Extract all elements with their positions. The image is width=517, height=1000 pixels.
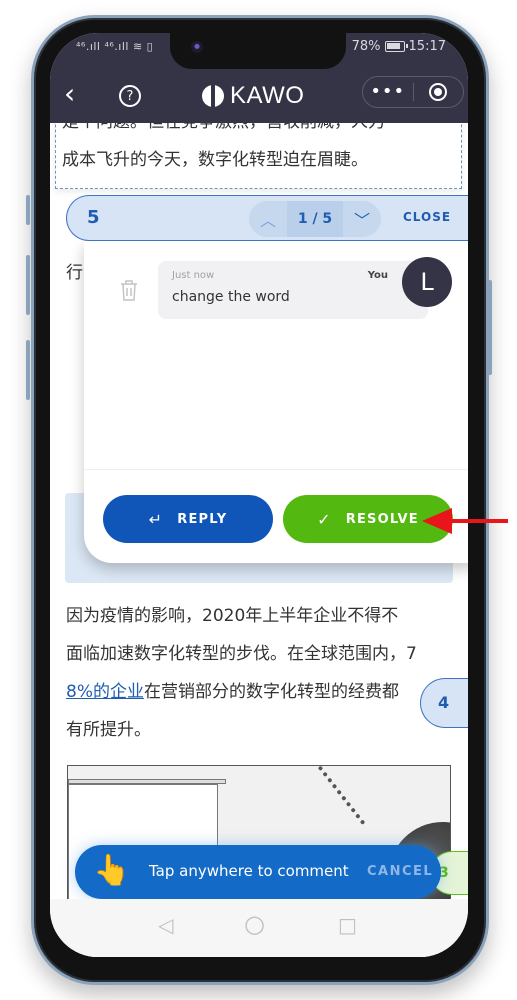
article-line: 有所提升。: [66, 720, 151, 740]
article-link[interactable]: 8%的企业: [66, 682, 144, 702]
article-line: 面临加速数字化转型的步伐。在全球范围内，7: [66, 644, 417, 664]
comment-thread-bar: 5 ︿ 1 / 5 ﹀ CLOSE: [66, 195, 468, 241]
mini-program-capsule: •••: [362, 76, 464, 108]
comment-marker-4[interactable]: 4: [420, 678, 468, 728]
status-right: 78% 15:17: [352, 39, 446, 54]
article-content: 是个问题。但在竞争激烈，营收削减，人力 成本飞升的今天，数字化转型迫在眉睫。 行…: [50, 109, 468, 957]
next-comment-button[interactable]: ﹀: [343, 201, 381, 237]
reply-button[interactable]: ↵ REPLY: [103, 495, 273, 543]
brand-name: KAWO: [230, 82, 305, 109]
reply-label: REPLY: [177, 511, 228, 527]
front-camera: [191, 41, 203, 53]
phone-screen: ⁴⁶.ıll ⁴⁶.ıll ≋ ▯ 78% 15:17 ‹ ? KAWO •••: [50, 33, 468, 957]
comment-number: 5: [87, 207, 100, 228]
article-line: 成本飞升的今天，数字化转型迫在眉睫。: [62, 150, 368, 170]
volume-up-button: [26, 255, 30, 315]
pointing-hand-icon: 👆: [93, 853, 131, 888]
toast-message: Tap anywhere to comment: [149, 862, 349, 880]
target-circle-icon: [429, 83, 448, 101]
comment-mode-toast: 👆 Tap anywhere to comment CANCEL: [75, 845, 441, 899]
comment-bubble: Just now You change the word: [158, 261, 428, 319]
battery-icon: [384, 41, 408, 52]
resolve-label: RESOLVE: [345, 511, 419, 527]
chevron-down-icon: ﹀: [353, 211, 370, 230]
comment-popup: Just now You change the word L ↵ REPLY ✓…: [84, 241, 468, 563]
mute-switch: [26, 195, 30, 225]
article-line: 8%的企业在营销部分的数字化转型的经费都: [66, 673, 456, 711]
comment-author: You: [367, 270, 388, 281]
system-home-icon[interactable]: ○: [244, 910, 265, 938]
kawo-logo: KAWO: [202, 82, 304, 110]
reply-arrow-icon: ↵: [148, 509, 164, 529]
annotation-arrow-icon: [422, 508, 508, 534]
article-paragraph: 因为疫情的影响，2020年上半年企业不得不 面临加速数字化转型的步伐。在全球范围…: [66, 597, 456, 749]
kawo-logo-mark-icon: [202, 84, 224, 108]
article-partial-char: 行: [66, 263, 83, 283]
checkmark-icon: ✓: [317, 509, 332, 529]
help-icon[interactable]: ?: [119, 85, 141, 107]
comment-text: change the word: [172, 289, 290, 305]
cancel-button[interactable]: CANCEL: [367, 864, 433, 879]
previous-comment-button[interactable]: ︿: [249, 201, 287, 237]
illustration-chain: [313, 766, 371, 826]
system-navigation-bar: ◁ ○ □: [50, 899, 468, 957]
chevron-up-icon: ︿: [259, 211, 276, 230]
battery-percent: 78%: [351, 39, 381, 54]
volume-down-button: [26, 340, 30, 400]
trash-icon[interactable]: [120, 279, 138, 301]
navigation-bar: ‹ ? KAWO •••: [50, 73, 468, 119]
comment-counter: 1 / 5: [287, 201, 343, 237]
clock: 15:17: [408, 39, 446, 54]
comment-pager: ︿ 1 / 5 ﹀: [249, 201, 381, 237]
divider: [84, 469, 468, 470]
article-text: 在营销部分的数字化转型的经费都: [143, 682, 399, 702]
avatar: L: [402, 257, 452, 307]
comment-time: Just now: [172, 270, 215, 281]
close-mini-program-button[interactable]: [413, 83, 463, 101]
more-options-icon[interactable]: •••: [363, 78, 413, 106]
back-icon[interactable]: ‹: [64, 80, 75, 108]
app-header: ⁴⁶.ıll ⁴⁶.ıll ≋ ▯ 78% 15:17 ‹ ? KAWO •••: [50, 33, 468, 123]
close-button[interactable]: CLOSE: [403, 210, 451, 224]
power-button: [488, 280, 492, 375]
signal-icons: ⁴⁶.ıll ⁴⁶.ıll ≋ ▯: [76, 40, 154, 53]
article-line: 因为疫情的影响，2020年上半年企业不得不: [66, 606, 399, 626]
system-back-icon[interactable]: ◁: [158, 913, 173, 937]
system-recents-icon[interactable]: □: [338, 913, 357, 937]
illustration-shelf: [68, 779, 226, 784]
